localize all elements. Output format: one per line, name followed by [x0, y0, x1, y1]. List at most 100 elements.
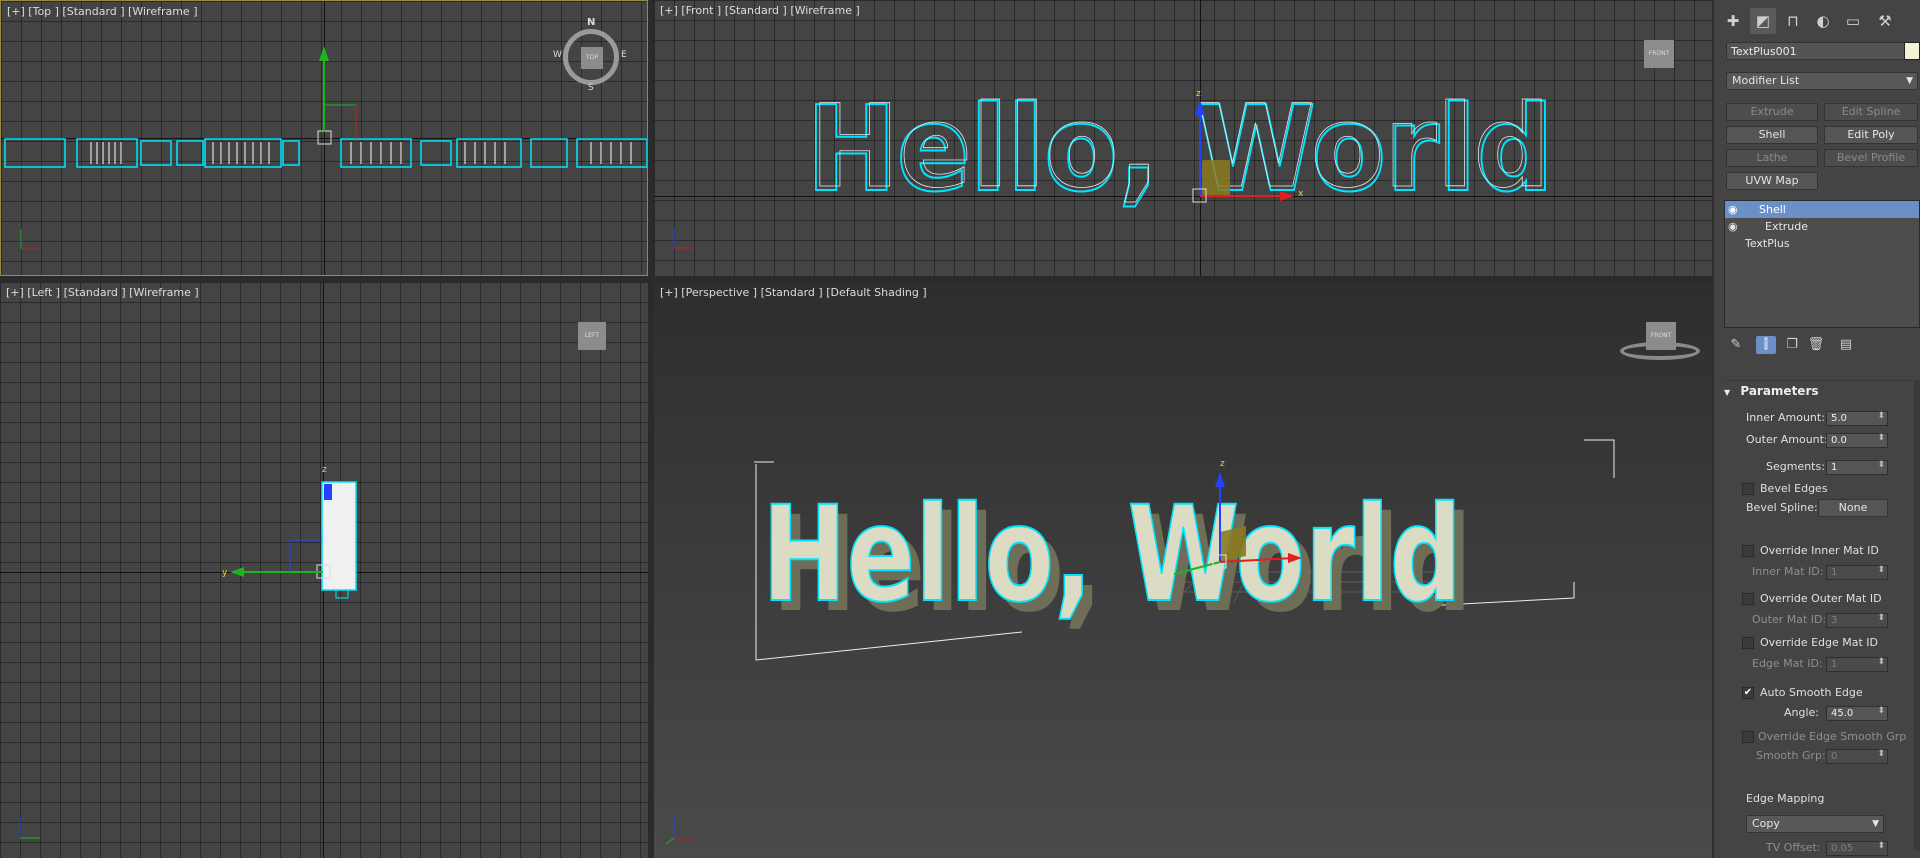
compass-s: S — [588, 83, 594, 93]
chevron-down-icon: ▼ — [1906, 76, 1913, 86]
utilities-icon[interactable]: ⚒ — [1872, 8, 1898, 34]
edge-mat-label: Edge Mat ID: — [1752, 657, 1823, 670]
left-wireframe: z y — [19, 465, 357, 839]
bevel-edges-label: Bevel Edges — [1760, 482, 1828, 495]
motion-icon[interactable]: ◐ — [1810, 8, 1836, 34]
outer-mat-spinner[interactable]: 3 ⬍ — [1826, 613, 1888, 628]
angle-spinner[interactable]: 45.0 ⬍ — [1826, 706, 1888, 721]
inner-mat-label: Inner Mat ID: — [1752, 565, 1824, 578]
modifier-stack: ◉ Shell ◉ Extrude TextPlus — [1724, 200, 1920, 328]
left-viewcube[interactable]: LEFT — [578, 322, 606, 350]
outer-amount-spinner[interactable]: 0.0 ⬍ — [1826, 433, 1888, 448]
perspective-viewport-label[interactable]: [+] [Perspective ] [Standard ] [Default … — [660, 286, 927, 299]
extrude-button[interactable]: Extrude — [1726, 103, 1818, 121]
bevel-spline-button[interactable]: None — [1818, 499, 1888, 517]
bevel-edges-checkbox[interactable] — [1742, 483, 1754, 495]
override-edge-checkbox[interactable] — [1742, 637, 1754, 649]
front-viewport-label[interactable]: [+] [Front ] [Standard ] [Wireframe ] — [660, 4, 860, 17]
edit-poly-button[interactable]: Edit Poly — [1824, 126, 1918, 144]
show-end-result-icon[interactable]: ⫿ — [1756, 336, 1776, 354]
override-smooth-checkbox[interactable] — [1742, 731, 1754, 743]
edge-mapping-value: Copy — [1752, 817, 1780, 830]
create-icon[interactable]: ✚ — [1720, 8, 1746, 34]
svg-text:z: z — [1196, 89, 1201, 99]
make-unique-icon[interactable]: ❐ — [1782, 336, 1802, 354]
edge-mapping-dropdown[interactable]: Copy ▼ — [1746, 815, 1884, 833]
svg-text:Hello, World: Hello, World — [810, 80, 1550, 213]
top-wireframe — [4, 46, 647, 250]
edit-spline-button[interactable]: Edit Spline — [1824, 103, 1918, 121]
perspective-viewport[interactable]: Hello, World Hello, World z [+] [Perspec… — [654, 282, 1712, 858]
angle-label: Angle: — [1784, 706, 1820, 719]
display-icon[interactable]: ▭ — [1840, 8, 1866, 34]
stack-item-extrude[interactable]: ◉ Extrude — [1725, 218, 1919, 235]
top-viewcube[interactable]: TOP N S E W — [553, 17, 627, 93]
modifier-list-dropdown[interactable]: Modifier List ▼ — [1726, 72, 1918, 90]
command-panel: ✚ ◩ ⊓ ◐ ▭ ⚒ TextPlus001 Modifier List ▼ … — [1712, 0, 1920, 858]
object-color-swatch[interactable] — [1904, 42, 1920, 60]
compass-e: E — [621, 50, 627, 60]
perspective-scene: Hello, World Hello, World z — [665, 439, 1615, 845]
panel-tabs: ✚ ◩ ⊓ ◐ ▭ ⚒ — [1714, 8, 1920, 36]
configure-modifier-sets-icon[interactable]: ▤ — [1836, 336, 1856, 354]
stack-item-textplus[interactable]: TextPlus — [1725, 235, 1919, 252]
perspective-hello-world: Hello, World — [762, 478, 1462, 632]
compass-w: W — [553, 50, 562, 60]
svg-text:y: y — [222, 568, 228, 578]
segments-spinner[interactable]: 1 ⬍ — [1826, 460, 1888, 475]
override-outer-label: Override Outer Mat ID — [1760, 592, 1882, 605]
edge-mat-spinner[interactable]: 1 ⬍ — [1826, 657, 1888, 672]
eye-icon[interactable]: ◉ — [1728, 201, 1738, 218]
auto-smooth-label: Auto Smooth Edge — [1760, 686, 1863, 699]
front-wireframe: Hello, World Hello, World z x — [673, 79, 1555, 249]
object-name-field[interactable]: TextPlus001 — [1726, 42, 1906, 60]
override-inner-checkbox[interactable] — [1742, 545, 1754, 557]
pin-stack-icon[interactable]: ✎ — [1726, 336, 1746, 354]
stack-item-shell[interactable]: ◉ Shell — [1725, 201, 1919, 218]
left-viewport[interactable]: z y [+] [Left ] [Standard ] [Wireframe ]… — [0, 282, 648, 858]
segments-label: Segments: — [1766, 460, 1825, 473]
smooth-grp-label: Smooth Grp: — [1756, 749, 1826, 762]
stack-toolbar: ✎ ⫿ ❐ 🗑 ▤ — [1726, 334, 1916, 356]
svg-text:z: z — [322, 465, 327, 475]
outer-mat-label: Outer Mat ID: — [1752, 613, 1827, 626]
remove-modifier-icon[interactable]: 🗑 — [1806, 336, 1826, 354]
outer-amount-label: Outer Amount: — [1746, 433, 1828, 446]
inner-amount-label: Inner Amount: — [1746, 411, 1825, 424]
rollout-title: Parameters — [1740, 384, 1819, 398]
front-viewcube[interactable]: FRONT — [1644, 40, 1674, 68]
chevron-down-icon: ▼ — [1872, 819, 1879, 829]
svg-text:z: z — [1220, 459, 1225, 469]
bevel-profile-button[interactable]: Bevel Profile — [1824, 149, 1918, 167]
tv-offset-spinner[interactable]: 0.05 ⬍ — [1826, 841, 1888, 856]
left-viewport-label[interactable]: [+] [Left ] [Standard ] [Wireframe ] — [6, 286, 199, 299]
inner-amount-spinner[interactable]: 5.0 ⬍ — [1826, 411, 1888, 426]
smooth-grp-spinner[interactable]: 0 ⬍ — [1826, 749, 1888, 764]
lathe-button[interactable]: Lathe — [1726, 149, 1818, 167]
viewcube-top-face[interactable]: TOP — [581, 47, 603, 69]
viewcube-ring — [1620, 342, 1700, 360]
hierarchy-icon[interactable]: ⊓ — [1780, 8, 1806, 34]
panel-scrollbar[interactable] — [1914, 380, 1920, 850]
uvw-map-button[interactable]: UVW Map — [1726, 172, 1818, 190]
override-smooth-label: Override Edge Smooth Grp — [1758, 730, 1907, 743]
override-inner-label: Override Inner Mat ID — [1760, 544, 1879, 557]
edge-mapping-label: Edge Mapping — [1746, 792, 1825, 805]
modifier-list-label: Modifier List — [1732, 74, 1800, 87]
collapse-icon: ▼ — [1724, 388, 1731, 397]
inner-mat-spinner[interactable]: 1 ⬍ — [1826, 565, 1888, 580]
auto-smooth-checkbox[interactable]: ✔ — [1742, 687, 1754, 699]
compass-n: N — [587, 17, 596, 28]
parameters-rollout[interactable]: ▼ Parameters — [1724, 380, 1918, 401]
override-outer-checkbox[interactable] — [1742, 593, 1754, 605]
shell-button[interactable]: Shell — [1726, 126, 1818, 144]
eye-icon[interactable]: ◉ — [1728, 218, 1738, 235]
top-viewport[interactable]: [+] [Top ] [Standard ] [Wireframe ] TOP … — [0, 0, 648, 276]
override-edge-label: Override Edge Mat ID — [1760, 636, 1879, 649]
tv-offset-label: TV Offset: — [1766, 841, 1821, 854]
bevel-spline-label: Bevel Spline: — [1746, 501, 1818, 514]
modify-icon[interactable]: ◩ — [1750, 8, 1776, 34]
svg-text:x: x — [1298, 189, 1304, 199]
front-viewport[interactable]: Hello, World Hello, World z x [+] [Front… — [654, 0, 1712, 276]
top-viewport-label[interactable]: [+] [Top ] [Standard ] [Wireframe ] — [7, 5, 198, 18]
